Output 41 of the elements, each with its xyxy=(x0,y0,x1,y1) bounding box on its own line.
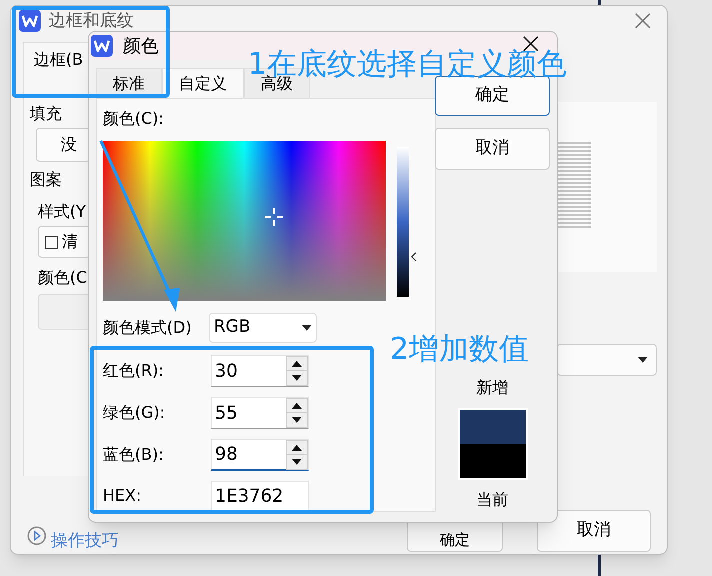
number-field[interactable]: 30 xyxy=(211,355,309,387)
app-logo-icon xyxy=(91,35,113,57)
tab[interactable]: 自定义 xyxy=(162,68,244,98)
channel-label: 蓝色(B): xyxy=(103,444,165,466)
tips-link[interactable]: 操作技巧 xyxy=(51,531,119,551)
tab[interactable]: 边框(B xyxy=(23,42,91,76)
mode-select[interactable]: RGB xyxy=(209,313,317,343)
section-label: 图案 xyxy=(30,169,63,191)
number-field[interactable]: 55 xyxy=(211,397,309,429)
cancel-button[interactable]: 取消 xyxy=(435,128,550,170)
annotation-text: 2增加数值 xyxy=(390,331,530,369)
spin-arrows-icon[interactable] xyxy=(286,440,308,470)
window-title: 边框和底纹 xyxy=(49,11,134,31)
channel-label: 绿色(G): xyxy=(103,402,166,424)
crosshair-icon[interactable] xyxy=(264,207,284,227)
checkbox-icon xyxy=(45,236,58,248)
swatch-label: 新增 xyxy=(476,377,508,399)
cancel-button[interactable]: 取消 xyxy=(537,510,651,552)
luminance-bar[interactable] xyxy=(397,147,409,297)
caret-icon xyxy=(302,325,312,331)
style-select[interactable]: 清 xyxy=(38,226,91,258)
field-label: 颜色(C xyxy=(38,267,88,289)
color-select[interactable] xyxy=(38,294,91,330)
fill-button[interactable]: 没 xyxy=(36,128,91,162)
slider-pointer-icon[interactable] xyxy=(411,252,417,262)
hex-field[interactable]: 1E3762 xyxy=(211,481,309,511)
section-label: 填充 xyxy=(30,103,63,125)
number-field[interactable]: 98 xyxy=(211,439,309,471)
dialog-title: 颜色 xyxy=(123,34,159,58)
spin-arrows-icon[interactable] xyxy=(286,356,308,386)
swatch-label: 当前 xyxy=(476,489,508,511)
app-logo-icon xyxy=(19,10,41,32)
spin-arrows-icon[interactable] xyxy=(286,398,308,428)
field-label: 样式(Y xyxy=(38,201,88,223)
caret-icon xyxy=(638,357,648,363)
color-spectrum[interactable] xyxy=(103,141,386,301)
channel-label: 红色(R): xyxy=(103,360,165,382)
field-label: 颜色模式(D) xyxy=(103,317,193,339)
field-label: HEX: xyxy=(103,485,142,507)
field-label: 颜色(C): xyxy=(103,108,166,130)
play-circle-icon xyxy=(27,526,47,546)
